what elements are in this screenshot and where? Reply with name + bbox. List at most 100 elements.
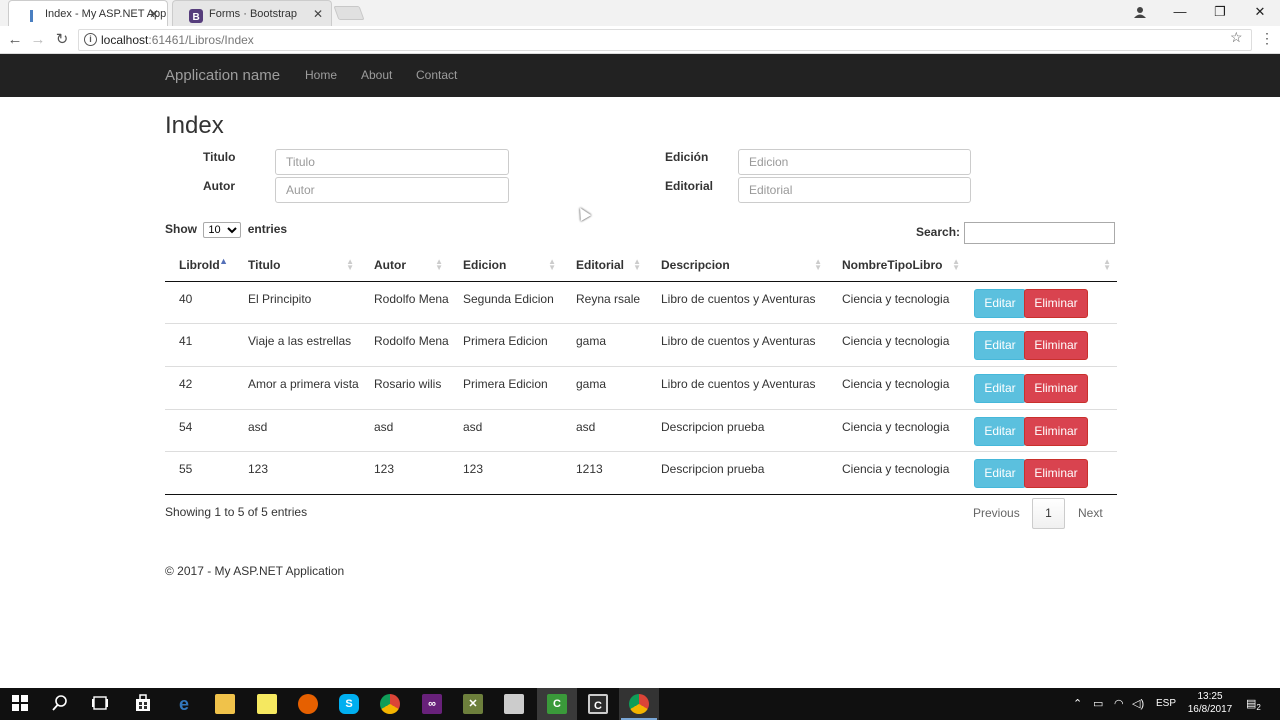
battery-icon[interactable]: ▭ xyxy=(1093,688,1103,720)
cell-edicion: 123 xyxy=(449,451,562,495)
volume-icon[interactable]: ◁) xyxy=(1132,688,1144,720)
forward-arrow-icon[interactable]: → xyxy=(28,30,48,50)
delete-button[interactable]: Eliminar xyxy=(1024,416,1088,446)
remote-desktop-icon[interactable] xyxy=(504,694,524,714)
camtasia-editor-icon[interactable]: C xyxy=(588,694,608,714)
address-bar[interactable]: i localhost:61461/Libros/Index xyxy=(78,29,1252,51)
column-header-nombretipolibro[interactable]: NombreTipoLibro ▲ ▼ xyxy=(828,250,966,282)
sort-both-icon: ▲ ▼ xyxy=(548,257,556,272)
windows-taskbar: e S ∞ ✕ C C ⌃ ▭ ◠ ◁) ESP 13:25 16/8/2017… xyxy=(0,688,1280,720)
chrome-icon[interactable] xyxy=(380,694,400,714)
camtasia-recorder-icon[interactable]: C xyxy=(547,694,567,714)
notifications-icon[interactable]: ▤2 xyxy=(1246,688,1261,724)
cell-titulo: 123 xyxy=(234,451,360,495)
cell-edicion: Primera Edicion xyxy=(449,365,562,410)
table-search-input[interactable] xyxy=(964,222,1115,244)
delete-button[interactable]: Eliminar xyxy=(1024,331,1088,361)
chrome-icon[interactable] xyxy=(629,694,649,714)
close-window-icon[interactable]: ✕ xyxy=(1240,0,1280,26)
column-header-label: LibroId xyxy=(179,258,220,273)
column-header-edicion[interactable]: Edicion ▲ ▼ xyxy=(449,250,562,282)
browser-tab-active[interactable]: Index - My ASP.NET App ✕ xyxy=(8,0,168,26)
column-header-descripcion[interactable]: Descripcion ▲ ▼ xyxy=(647,250,828,282)
pagination-next[interactable]: Next xyxy=(1078,506,1103,520)
titulo-filter-input[interactable] xyxy=(275,149,509,175)
table-row: 55 123 123 123 1213 Descripcion prueba C… xyxy=(165,451,1117,495)
column-header-editorial[interactable]: Editorial ▲ ▼ xyxy=(562,250,647,282)
sticky-notes-icon[interactable] xyxy=(257,694,277,714)
delete-button[interactable]: Eliminar xyxy=(1024,288,1088,318)
browser-menu-icon[interactable]: ⋮ xyxy=(1260,30,1274,47)
column-header-titulo[interactable]: Titulo ▲ ▼ xyxy=(234,250,360,282)
tools-icon[interactable]: ✕ xyxy=(463,694,483,714)
browser-toolbar: ← → ↻ i localhost:61461/Libros/Index ☆ xyxy=(0,26,1280,54)
language-indicator[interactable]: ESP xyxy=(1156,688,1176,720)
clock-date: 16/8/2017 xyxy=(1187,704,1233,715)
cell-libroid: 41 xyxy=(165,323,234,367)
close-tab-icon[interactable]: ✕ xyxy=(313,1,323,27)
site-info-icon[interactable]: i xyxy=(84,33,97,46)
tray-chevron-icon[interactable]: ⌃ xyxy=(1073,688,1082,720)
column-header-actions[interactable]: ▲ ▼ xyxy=(966,250,1117,282)
edit-button[interactable]: Editar xyxy=(974,373,1026,403)
search-icon[interactable] xyxy=(50,694,70,714)
cell-tipo: Ciencia y tecnologia xyxy=(828,323,966,367)
edit-button[interactable]: Editar xyxy=(974,288,1026,318)
cell-autor: Rodolfo Mena xyxy=(374,291,449,306)
bookmark-star-icon[interactable]: ☆ xyxy=(1230,29,1243,46)
edge-icon[interactable]: e xyxy=(174,694,194,714)
new-tab-button[interactable] xyxy=(333,6,365,20)
windows-start-icon[interactable] xyxy=(10,694,30,714)
minimize-icon[interactable]: — xyxy=(1160,0,1200,26)
close-tab-icon[interactable]: ✕ xyxy=(149,1,159,27)
edit-button[interactable]: Editar xyxy=(974,331,1026,361)
visual-studio-icon[interactable]: ∞ xyxy=(422,694,442,714)
column-header-label: Editorial xyxy=(576,258,625,273)
site-navbar: Application name Home About Contact xyxy=(0,54,1280,97)
browser-tab-bootstrap[interactable]: B Forms · Bootstrap ✕ xyxy=(172,0,332,26)
taskbar-clock[interactable]: 13:25 16/8/2017 xyxy=(1180,690,1240,716)
table-info: Showing 1 to 5 of 5 entries xyxy=(165,505,308,519)
sort-both-icon: ▲ ▼ xyxy=(435,257,443,272)
profile-icon[interactable] xyxy=(1120,0,1160,26)
pagination-previous[interactable]: Previous xyxy=(973,506,1020,520)
edit-button[interactable]: Editar xyxy=(974,416,1026,446)
task-view-icon[interactable] xyxy=(90,694,110,714)
back-arrow-icon[interactable]: ← xyxy=(5,30,25,50)
pagination-page-current[interactable]: 1 xyxy=(1032,498,1065,529)
column-header-autor[interactable]: Autor ▲ ▼ xyxy=(360,250,449,282)
table-row: 40 El Principito Rodolfo Mena Segunda Ed… xyxy=(165,281,1117,324)
store-icon[interactable] xyxy=(133,694,153,714)
editorial-filter-input[interactable] xyxy=(738,177,971,203)
wifi-icon[interactable]: ◠ xyxy=(1114,688,1124,720)
delete-button[interactable]: Eliminar xyxy=(1024,373,1088,403)
column-header-libroid[interactable]: LibroId ▲ xyxy=(165,250,234,282)
column-header-label: NombreTipoLibro xyxy=(842,258,943,273)
libros-table: LibroId ▲ Titulo ▲ ▼ Autor ▲ ▼ Edicion ▲ ▼ Edit… xyxy=(165,250,1117,495)
cell-tipo: Ciencia y tecnologia xyxy=(828,408,966,452)
search-label: Search: xyxy=(916,225,961,239)
autor-filter-input[interactable] xyxy=(275,177,509,203)
delete-button[interactable]: Eliminar xyxy=(1024,459,1088,489)
nav-link-about[interactable]: About xyxy=(361,68,392,82)
sort-ascending-icon: ▲ xyxy=(219,256,228,266)
cell-descripcion: Libro de cuentos y Aventuras xyxy=(661,291,816,306)
navbar-brand[interactable]: Application name xyxy=(165,67,280,84)
restore-icon[interactable]: ❐ xyxy=(1200,0,1240,26)
column-header-label: Edicion xyxy=(463,258,507,273)
skype-icon[interactable]: S xyxy=(339,694,359,714)
nav-link-home[interactable]: Home xyxy=(305,68,337,82)
edit-button[interactable]: Editar xyxy=(974,459,1026,489)
bootstrap-favicon-icon: B xyxy=(189,7,203,23)
firefox-icon[interactable] xyxy=(298,694,318,714)
page-length-select[interactable]: 10 xyxy=(203,222,242,238)
reload-icon[interactable]: ↻ xyxy=(52,30,72,50)
file-explorer-icon[interactable] xyxy=(215,694,235,714)
entries-label: entries xyxy=(247,222,288,236)
nav-link-contact[interactable]: Contact xyxy=(416,68,457,82)
cell-editorial: gama xyxy=(562,323,647,367)
browser-tab-title: Forms · Bootstrap xyxy=(209,8,298,20)
edicion-filter-input[interactable] xyxy=(738,149,971,175)
cell-descripcion: Libro de cuentos y Aventuras xyxy=(647,323,828,367)
cell-tipo: Ciencia y tecnologia xyxy=(828,365,966,410)
